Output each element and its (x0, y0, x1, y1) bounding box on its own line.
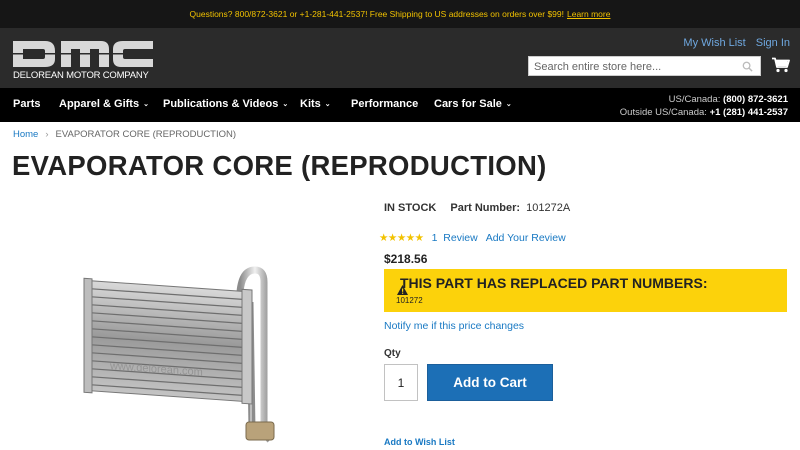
review-count: 1 (431, 232, 438, 244)
phone-numbers: US/Canada: (800) 872-3621 Outside US/Can… (620, 93, 788, 119)
nav-item-apparel-gifts[interactable]: Apparel & Gifts ⌄ (59, 98, 149, 110)
qty-label: Qty (384, 348, 401, 359)
breadcrumb-home-link[interactable]: Home (13, 129, 38, 140)
breadcrumb-current: EVAPORATOR CORE (REPRODUCTION) (55, 129, 237, 140)
page-title: EVAPORATOR CORE (REPRODUCTION) (12, 150, 547, 181)
replaced-part-number: 101272 (396, 296, 423, 305)
stock-info: IN STOCK Part Number: 101272A (384, 202, 570, 214)
replaced-parts-heading-text: THIS PART HAS REPLACED PART NUMBERS: (400, 275, 708, 291)
add-your-review-link[interactable]: Add Your Review (486, 232, 566, 244)
nav-item-label: Cars for Sale (434, 98, 502, 110)
price-alert-link[interactable]: Notify me if this price changes (384, 320, 524, 332)
my-wish-list-link[interactable]: My Wish List (683, 37, 745, 49)
nav-item-label: Apparel & Gifts (59, 98, 140, 110)
part-number-value: 101272A (526, 202, 571, 214)
replaced-parts-heading: THIS PART HAS REPLACED PART NUMBERS: (397, 275, 708, 295)
phone-intl-number: +1 (281) 441-2537 (709, 107, 788, 118)
announcement-text: Questions? 800/872-3621 or +1-281-441-25… (189, 9, 564, 19)
search-box (528, 56, 761, 76)
nav-item-label: Publications & Videos (163, 98, 279, 110)
phone-intl-label: Outside US/Canada: (619, 107, 707, 118)
header-account-links: My Wish List Sign In (683, 37, 790, 49)
dmc-logo-mark (13, 41, 153, 67)
phone-us-label: US/Canada: (668, 94, 721, 105)
review-label: Review (443, 232, 478, 244)
nav-item-cars-for-sale[interactable]: Cars for Sale ⌄ (434, 98, 512, 110)
chevron-down-icon: ⌄ (143, 101, 149, 108)
phone-us-number: (800) 872-3621 (723, 94, 788, 105)
nav-item-kits[interactable]: Kits ⌄ (300, 98, 331, 110)
star-rating-icon: ★★★★★ (379, 232, 424, 244)
stock-status: IN STOCK (384, 202, 437, 214)
warning-icon (397, 285, 408, 295)
announcement-bar: Questions? 800/872-3621 or +1-281-441-25… (0, 0, 800, 28)
review-count-link[interactable]: 1 Review (432, 232, 478, 244)
search-icon[interactable] (742, 61, 753, 72)
chevron-down-icon: ⌄ (324, 101, 331, 108)
phone-intl-line: Outside US/Canada: +1 (281) 441-2537 (620, 106, 788, 119)
sign-in-link[interactable]: Sign In (756, 37, 790, 49)
logo-company-name: DELOREAN MOTOR COMPANY (13, 70, 149, 81)
chevron-down-icon: ⌄ (505, 101, 512, 108)
product-image[interactable]: www.delorean.com (80, 262, 300, 450)
qty-input[interactable] (384, 364, 418, 401)
chevron-down-icon: ⌄ (282, 101, 289, 108)
nav-item-label: Performance (351, 98, 419, 110)
search-input[interactable] (529, 58, 729, 76)
rating-row: ★★★★★ 1 Review Add Your Review (379, 232, 566, 244)
nav-item-label: Kits (300, 98, 321, 110)
nav-item-parts[interactable]: Parts (13, 98, 41, 110)
add-to-cart-button[interactable]: Add to Cart (427, 364, 553, 401)
dmc-logo[interactable]: DELOREAN MOTOR COMPANY (13, 39, 153, 81)
breadcrumb: Home › EVAPORATOR CORE (REPRODUCTION) (13, 129, 236, 140)
cart-icon[interactable] (772, 57, 790, 73)
add-to-wish-list-link[interactable]: Add to Wish List (384, 437, 455, 447)
product-price: $218.56 (384, 252, 428, 266)
replaced-parts-notice: THIS PART HAS REPLACED PART NUMBERS: 101… (384, 269, 787, 312)
breadcrumb-separator: › (45, 129, 49, 140)
part-number-block: Part Number: 101272A (450, 202, 570, 214)
learn-more-link[interactable]: Learn more (567, 9, 610, 19)
nav-item-performance[interactable]: Performance (351, 98, 418, 110)
part-number-label: Part Number: (450, 202, 521, 214)
nav-item-label: Parts (13, 98, 41, 110)
nav-item-publications-videos[interactable]: Publications & Videos ⌄ (163, 98, 288, 110)
phone-us-line: US/Canada: (800) 872-3621 (620, 93, 788, 106)
main-navigation: Parts Apparel & Gifts ⌄ Publications & Vi… (0, 88, 800, 122)
